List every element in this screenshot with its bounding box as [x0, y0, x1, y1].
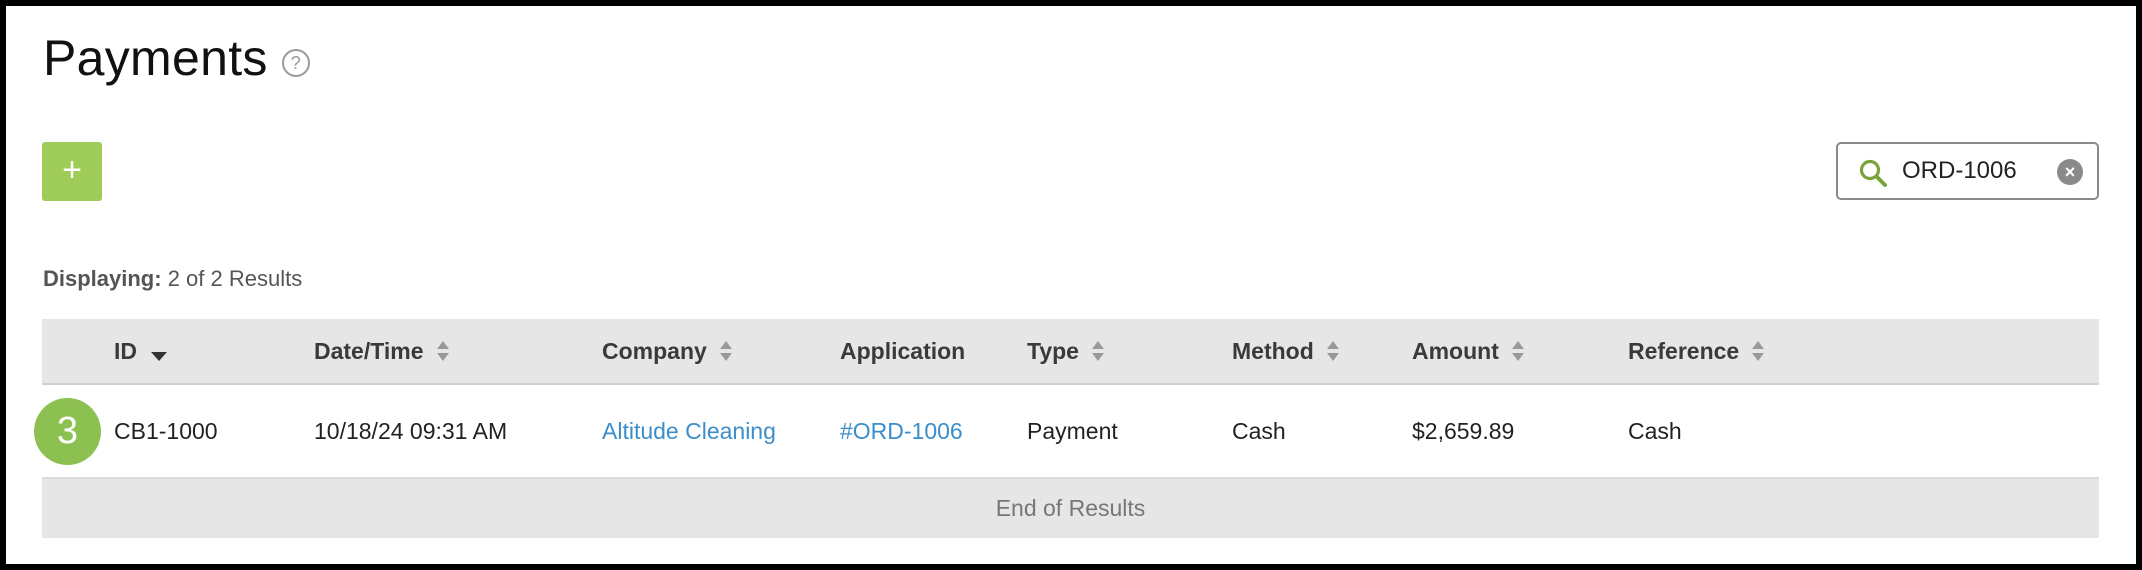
column-label: Method	[1232, 337, 1314, 364]
search-icon	[1859, 159, 1887, 187]
clear-search-icon[interactable]: ×	[2057, 159, 2083, 185]
table-row[interactable]: 3 CB1-1000 10/18/24 09:31 AM Altitude Cl…	[34, 385, 2099, 479]
cell-amount: $2,659.89	[1412, 417, 1515, 444]
step-badge: 3	[34, 398, 101, 465]
cell-method: Cash	[1232, 417, 1286, 444]
sort-descending-icon	[151, 351, 167, 361]
search-box: ×	[1836, 142, 2099, 200]
column-label: Company	[602, 337, 707, 364]
sort-icon	[1326, 341, 1339, 361]
column-header-type[interactable]: Type	[1027, 319, 1105, 383]
end-of-results: End of Results	[42, 479, 2099, 538]
table-header: ID Date/Time Company Application Type Me…	[42, 319, 2099, 385]
help-icon[interactable]: ?	[281, 49, 310, 77]
search-input[interactable]	[1902, 154, 2052, 188]
results-summary: Displaying: 2 of 2 Results	[43, 266, 302, 292]
add-payment-button[interactable]: +	[42, 142, 102, 201]
cell-id: CB1-1000	[114, 417, 218, 444]
cell-datetime: 10/18/24 09:31 AM	[314, 417, 508, 444]
results-label: Displaying:	[43, 266, 162, 291]
column-header-amount[interactable]: Amount	[1412, 319, 1525, 383]
column-header-id[interactable]: ID	[114, 319, 167, 383]
column-label: Reference	[1628, 337, 1740, 364]
column-label: ID	[114, 337, 137, 364]
column-header-method[interactable]: Method	[1232, 319, 1340, 383]
company-link[interactable]: Altitude Cleaning	[602, 385, 776, 477]
column-header-reference[interactable]: Reference	[1628, 319, 1765, 383]
column-header-datetime[interactable]: Date/Time	[314, 319, 450, 383]
column-header-company[interactable]: Company	[602, 319, 733, 383]
sort-icon	[1511, 341, 1524, 361]
sort-icon	[719, 341, 732, 361]
page-frame: Payments ? + × Displaying: 2 of 2 Result…	[6, 6, 2136, 564]
page-title: Payments	[43, 30, 268, 86]
cell-type: Payment	[1027, 417, 1118, 444]
column-label: Date/Time	[314, 337, 424, 364]
sort-icon	[1752, 341, 1765, 361]
cell-reference: Cash	[1628, 417, 1682, 444]
column-label: Amount	[1412, 337, 1499, 364]
sort-icon	[1091, 341, 1104, 361]
results-count: 2 of 2 Results	[167, 266, 303, 291]
column-header-application: Application	[840, 319, 965, 383]
payments-table: ID Date/Time Company Application Type Me…	[34, 319, 2099, 538]
sort-icon	[436, 341, 449, 361]
application-link[interactable]: #ORD-1006	[840, 385, 963, 477]
column-label: Application	[840, 337, 966, 364]
column-label: Type	[1027, 337, 1079, 364]
page-header: Payments ?	[43, 28, 310, 88]
